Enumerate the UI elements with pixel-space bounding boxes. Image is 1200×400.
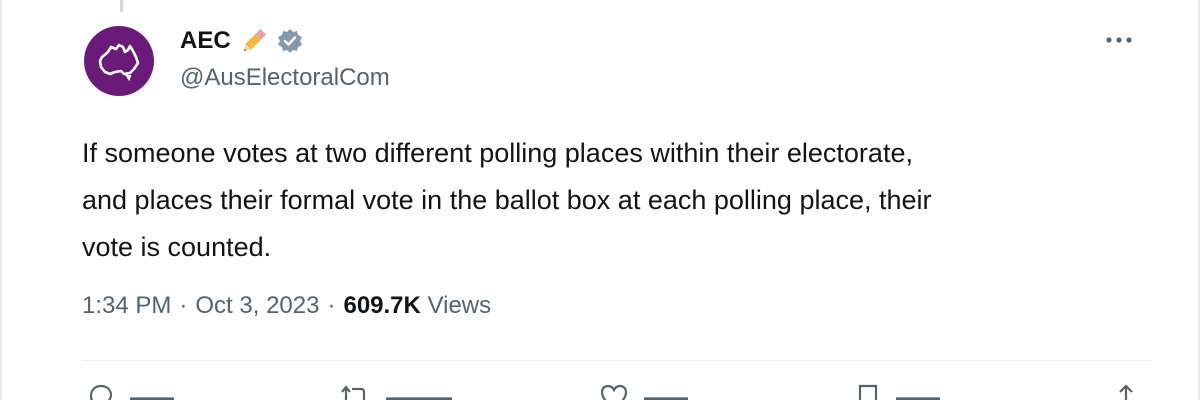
- tweet-date[interactable]: Oct 3, 2023: [195, 292, 319, 320]
- like-count: ▬▬: [644, 384, 688, 400]
- action-bar: ▬▬ ▬▬▬ ▬▬ ▬▬: [86, 382, 1146, 400]
- author-handle[interactable]: @AusElectoralCom: [180, 64, 390, 92]
- reply-icon: [89, 384, 113, 400]
- tweet-header: AEC @AusElectoralCom: [180, 24, 390, 92]
- share-button[interactable]: [1112, 382, 1140, 400]
- more-options-button[interactable]: [1102, 28, 1136, 52]
- tweet-text: If someone votes at two different pollin…: [82, 138, 932, 262]
- divider: [82, 360, 1152, 361]
- like-icon: [600, 384, 628, 400]
- tweet-card: AEC @AusElectoralCom If someone votes at…: [0, 0, 1200, 400]
- tweet-meta: 1:34 PM · Oct 3, 2023 · 609.7K Views: [82, 292, 491, 320]
- retweet-count: ▬▬▬: [386, 384, 452, 400]
- australia-outline-icon: [98, 43, 140, 81]
- meta-separator: ·: [327, 292, 336, 319]
- meta-separator: ·: [179, 292, 188, 319]
- author-name[interactable]: AEC: [180, 27, 231, 55]
- like-button[interactable]: ▬▬: [598, 382, 688, 400]
- pencil-emoji-icon: [239, 26, 269, 56]
- verified-badge-icon: [277, 28, 303, 54]
- author-name-row: AEC: [180, 24, 390, 58]
- bookmark-button[interactable]: ▬▬: [854, 382, 940, 400]
- thread-connector-line: [120, 0, 123, 12]
- reply-count: ▬▬: [130, 384, 174, 400]
- bookmark-count: ▬▬: [896, 384, 940, 400]
- avatar[interactable]: [84, 26, 154, 96]
- more-dots-icon: [1106, 37, 1132, 43]
- retweet-icon: [341, 385, 366, 400]
- tweet-time[interactable]: 1:34 PM: [82, 292, 171, 320]
- bookmark-icon: [858, 384, 878, 400]
- views-label: Views: [427, 292, 492, 319]
- retweet-button[interactable]: ▬▬▬: [338, 382, 452, 400]
- share-icon: [1119, 384, 1133, 400]
- views-count: 609.7K: [343, 292, 421, 319]
- reply-button[interactable]: ▬▬: [86, 382, 174, 400]
